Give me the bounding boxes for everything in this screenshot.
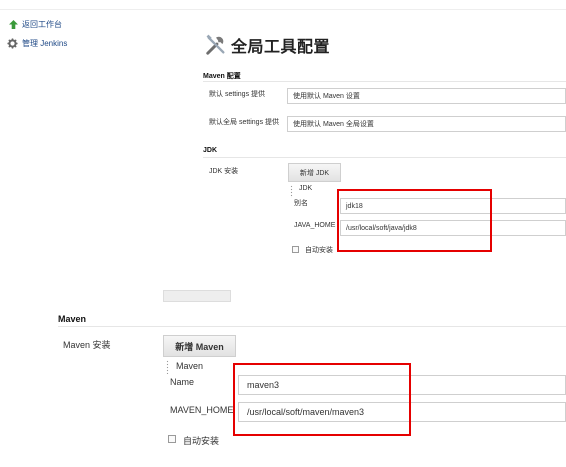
jdk-install-label: JDK 安装 bbox=[209, 168, 239, 175]
maven-section-title: Maven bbox=[58, 314, 87, 324]
jdk-section-title: JDK bbox=[203, 147, 218, 154]
sidebar-item-label: 管理 Jenkins bbox=[22, 39, 68, 48]
page-header: 全局工具配置 bbox=[205, 33, 330, 57]
top-divider bbox=[0, 9, 566, 10]
add-maven-button[interactable]: 新增 Maven bbox=[163, 335, 236, 357]
maven-config-section-title: Maven 配置 bbox=[203, 73, 241, 80]
sidebar-item-label: 返回工作台 bbox=[22, 20, 62, 29]
sidebar-item-manage-jenkins[interactable]: 管理 Jenkins bbox=[7, 38, 67, 49]
jdk-name-label: 别名 bbox=[294, 200, 308, 207]
jdk-highlight-box bbox=[337, 189, 492, 252]
maven-auto-install-checkbox[interactable] bbox=[168, 435, 176, 443]
maven-highlight-box bbox=[233, 363, 411, 436]
section-divider bbox=[58, 326, 566, 327]
java-home-label: JAVA_HOME bbox=[294, 222, 336, 229]
sidebar-item-back-to-dashboard[interactable]: 返回工作台 bbox=[9, 19, 62, 30]
jdk-auto-install-label: 自动安装 bbox=[305, 247, 333, 254]
section-divider bbox=[203, 81, 566, 82]
drag-handle[interactable] bbox=[290, 185, 293, 198]
settings-provider-label: 默认 settings 提供 bbox=[209, 91, 266, 98]
jdk-auto-install-checkbox[interactable] bbox=[292, 246, 299, 253]
gear-icon bbox=[7, 38, 18, 49]
global-settings-provider-select[interactable]: 使用默认 Maven 全局设置 bbox=[287, 116, 566, 132]
global-settings-provider-label: 默认全局 settings 提供 bbox=[209, 119, 280, 126]
maven-name-label: Name bbox=[170, 377, 195, 387]
maven-item-header: Maven bbox=[176, 361, 204, 371]
settings-provider-select[interactable]: 使用默认 Maven 设置 bbox=[287, 88, 566, 104]
drag-handle[interactable] bbox=[166, 360, 169, 374]
tools-icon bbox=[206, 34, 225, 55]
add-jdk-button[interactable]: 新增 JDK bbox=[288, 163, 341, 182]
section-divider bbox=[203, 157, 566, 158]
page-title: 全局工具配置 bbox=[231, 39, 331, 56]
maven-install-label: Maven 安装 bbox=[63, 340, 111, 350]
cropped-button[interactable] bbox=[163, 290, 231, 302]
maven-auto-install-label: 自动安装 bbox=[183, 436, 220, 446]
maven-home-label: MAVEN_HOME bbox=[170, 405, 234, 415]
arrow-up-icon bbox=[9, 20, 18, 29]
jdk-item-header: JDK bbox=[299, 185, 313, 192]
